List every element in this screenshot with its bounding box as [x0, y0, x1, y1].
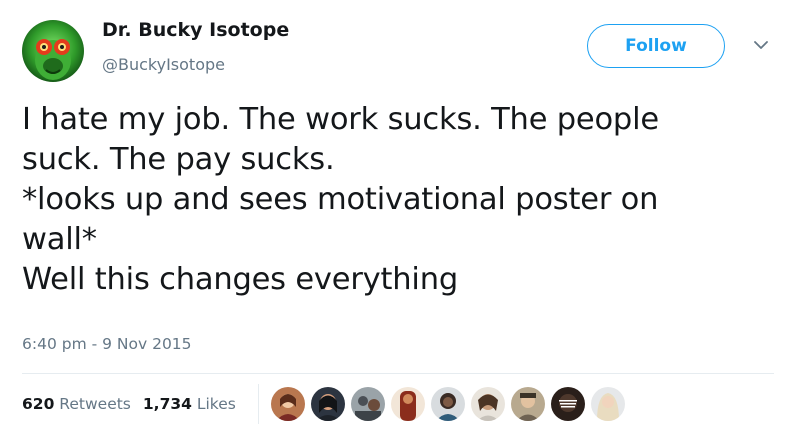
user-handle[interactable]: @BuckyIsotope — [102, 55, 225, 74]
liker-avatar[interactable] — [550, 386, 586, 422]
display-name[interactable]: Dr. Bucky Isotope — [102, 19, 289, 41]
tweet-text-line: Well this changes everything — [22, 262, 458, 297]
retweets-stat[interactable]: 620 Retweets — [22, 395, 131, 413]
likes-stat[interactable]: 1,734 Likes — [143, 395, 236, 413]
liker-avatar[interactable] — [350, 386, 386, 422]
retweets-count: 620 — [22, 395, 55, 413]
tweet-text-line: I hate my job. The work sucks. The peopl… — [22, 102, 659, 137]
liker-avatar[interactable] — [270, 386, 306, 422]
likes-label: Likes — [196, 395, 236, 413]
tweet-text-line: wall* — [22, 222, 97, 257]
divider — [22, 373, 774, 374]
profile-avatar[interactable] — [22, 20, 84, 82]
liker-avatar[interactable] — [590, 386, 626, 422]
liker-avatar[interactable] — [390, 386, 426, 422]
tweet-text-line: suck. The pay sucks. — [22, 142, 335, 177]
liker-avatar[interactable] — [510, 386, 546, 422]
stats-divider — [258, 384, 259, 424]
liker-avatar[interactable] — [470, 386, 506, 422]
tweet-timestamp[interactable]: 6:40 pm - 9 Nov 2015 — [22, 335, 192, 353]
retweets-label: Retweets — [59, 395, 131, 413]
tweet-card: Dr. Bucky Isotope @BuckyIsotope Follow I… — [0, 0, 800, 434]
tweet-text: I hate my job. The work sucks. The peopl… — [22, 100, 762, 300]
likes-count: 1,734 — [142, 395, 192, 413]
liker-avatar[interactable] — [430, 386, 466, 422]
tweet-stats: 620 Retweets 1,734 Likes — [22, 395, 236, 413]
tweet-text-line: *looks up and sees motivational poster o… — [22, 182, 659, 217]
chevron-down-icon[interactable] — [752, 36, 770, 54]
follow-button[interactable]: Follow — [587, 24, 725, 68]
liker-avatar[interactable] — [310, 386, 346, 422]
